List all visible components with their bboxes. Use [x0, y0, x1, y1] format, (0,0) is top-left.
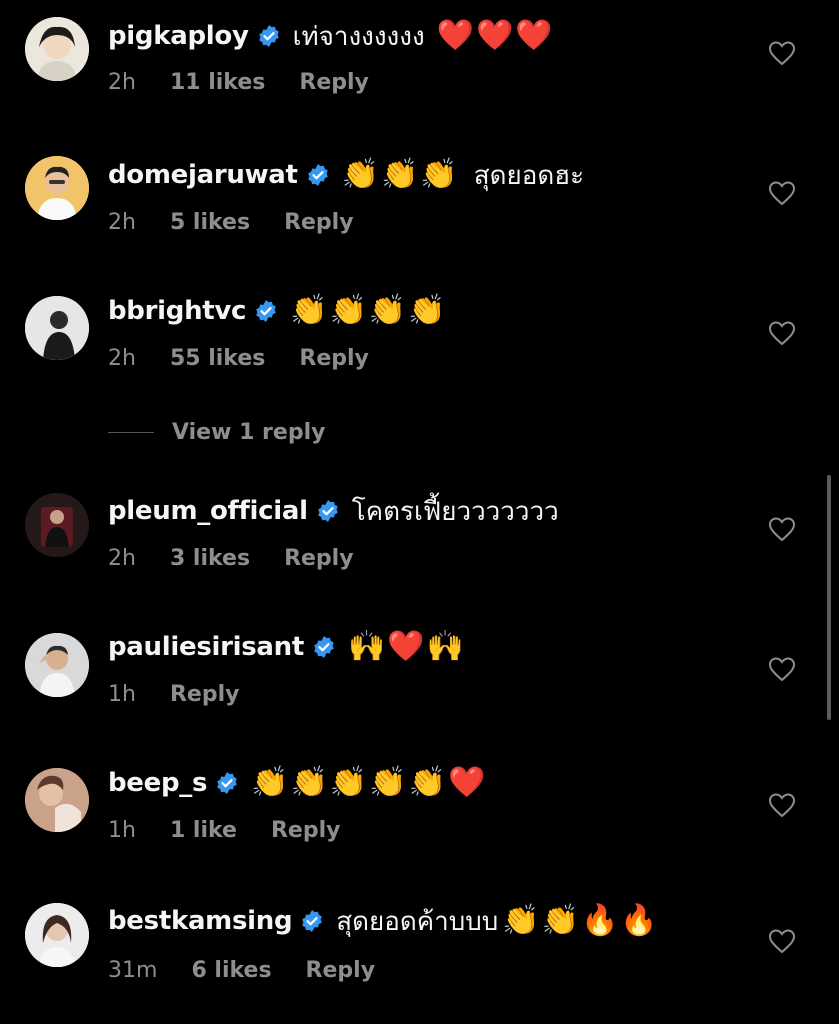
avatar[interactable] [25, 633, 89, 697]
verified-badge-icon [300, 909, 324, 933]
like-count[interactable]: 5 likes [170, 210, 250, 235]
username[interactable]: bestkamsing [108, 906, 293, 936]
verified-badge-icon [254, 299, 278, 323]
verified-badge-icon [215, 771, 239, 795]
comment-meta: 1h 1 like Reply [108, 814, 340, 846]
comment-header: bestkamsing สุดยอดค้าบบบ 👏👏🔥🔥 [108, 901, 660, 941]
comment-emojis: ❤️❤️❤️ [436, 18, 555, 53]
username[interactable]: pigkaploy [108, 21, 249, 51]
timestamp[interactable]: 31m [108, 958, 157, 983]
verified-badge-icon [316, 499, 340, 523]
reply-button[interactable]: Reply [306, 958, 376, 983]
comment-meta: 2h 5 likes Reply [108, 206, 354, 238]
like-count[interactable]: 1 like [170, 818, 237, 843]
heart-outline-icon[interactable] [768, 180, 796, 206]
comment-meta: 2h 11 likes Reply [108, 66, 369, 98]
comment-meta: 2h 3 likes Reply [108, 542, 354, 574]
comment-emojis: 🙌❤️🙌 [348, 629, 467, 664]
avatar[interactable] [25, 493, 89, 557]
timestamp[interactable]: 1h [108, 682, 136, 707]
comment-meta: 1h Reply [108, 678, 239, 710]
view-replies-divider [108, 431, 154, 433]
comment-header: pauliesirisant 🙌❤️🙌 [108, 627, 466, 667]
view-replies-label: View 1 reply [172, 419, 326, 445]
comment-text: สุดยอดฮะ [473, 160, 585, 191]
timestamp[interactable]: 1h [108, 818, 136, 843]
comment-text: เท่จางงงงงง [292, 21, 425, 52]
avatar[interactable] [25, 156, 89, 220]
comment-header: domejaruwat 👏👏👏 สุดยอดฮะ [108, 155, 588, 195]
like-count[interactable]: 55 likes [170, 346, 265, 371]
avatar[interactable] [25, 296, 89, 360]
username[interactable]: bbrightvc [108, 296, 246, 326]
reply-button[interactable]: Reply [299, 70, 369, 95]
timestamp[interactable]: 2h [108, 346, 136, 371]
heart-outline-icon[interactable] [768, 516, 796, 542]
comment-emojis: 👏👏👏 [341, 157, 460, 192]
comment-header: beep_s 👏👏👏👏👏❤️ [108, 763, 487, 803]
like-count[interactable]: 6 likes [191, 958, 271, 983]
view-replies-button[interactable]: View 1 reply [108, 416, 325, 448]
comment-emojis: 👏👏🔥🔥 [502, 903, 660, 938]
reply-button[interactable]: Reply [299, 346, 369, 371]
reply-button[interactable]: Reply [284, 546, 354, 571]
reply-button[interactable]: Reply [284, 210, 354, 235]
comment-text: สุดยอดค้าบบบ [336, 906, 499, 937]
verified-badge-icon [312, 635, 336, 659]
username[interactable]: beep_s [108, 768, 207, 798]
comment-text: โคตรเฟี้ยววววววว [351, 496, 559, 527]
scrollbar[interactable] [827, 475, 831, 720]
username[interactable]: pleum_official [108, 496, 308, 526]
username[interactable]: domejaruwat [108, 160, 298, 190]
timestamp[interactable]: 2h [108, 210, 136, 235]
comment-emojis: 👏👏👏👏👏❤️ [251, 765, 488, 800]
username[interactable]: pauliesirisant [108, 632, 304, 662]
verified-badge-icon [257, 24, 281, 48]
comment-header: pleum_official โคตรเฟี้ยววววววว [108, 491, 563, 531]
comment-header: pigkaploy เท่จางงงงงง ❤️❤️❤️ [108, 16, 555, 56]
timestamp[interactable]: 2h [108, 546, 136, 571]
heart-outline-icon[interactable] [768, 656, 796, 682]
verified-badge-icon [306, 163, 330, 187]
comment-meta: 2h 55 likes Reply [108, 342, 369, 374]
avatar[interactable] [25, 17, 89, 81]
heart-outline-icon[interactable] [768, 40, 796, 66]
timestamp[interactable]: 2h [108, 70, 136, 95]
avatar[interactable] [25, 768, 89, 832]
reply-button[interactable]: Reply [170, 682, 240, 707]
like-count[interactable]: 3 likes [170, 546, 250, 571]
like-count[interactable]: 11 likes [170, 70, 265, 95]
heart-outline-icon[interactable] [768, 320, 796, 346]
comment-meta: 31m 6 likes Reply [108, 954, 375, 986]
heart-outline-icon[interactable] [768, 928, 796, 954]
avatar[interactable] [25, 903, 89, 967]
comment-emojis: 👏👏👏👏 [290, 293, 448, 328]
comment-header: bbrightvc 👏👏👏👏 [108, 291, 448, 331]
heart-outline-icon[interactable] [768, 792, 796, 818]
reply-button[interactable]: Reply [271, 818, 341, 843]
